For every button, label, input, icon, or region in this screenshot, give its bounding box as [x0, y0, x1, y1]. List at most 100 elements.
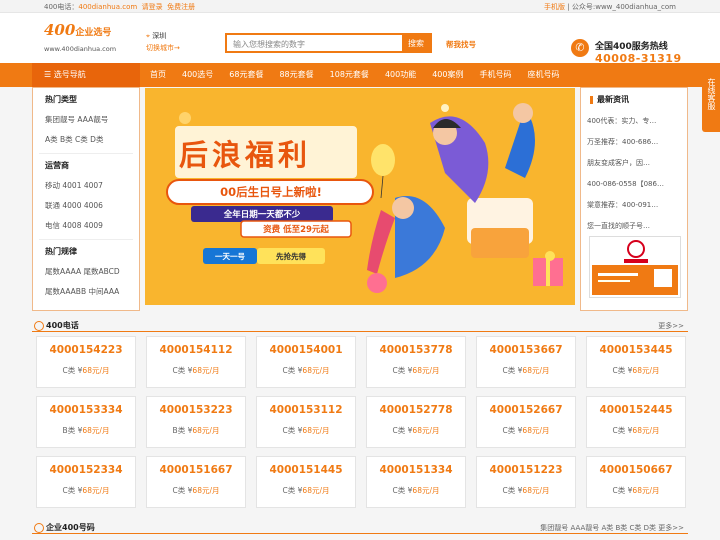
float-label: 在线客服: [707, 78, 716, 110]
top-right: 手机版 | 公众号:www_400dianhua_com: [544, 2, 676, 12]
number-class: C类: [612, 366, 626, 375]
search-button[interactable]: 搜索: [402, 35, 430, 52]
sidebar-heading: 运营商: [45, 161, 69, 170]
sidebar-link[interactable]: A类 B类 C类 D类: [45, 134, 139, 145]
register-link[interactable]: 免费注册: [167, 3, 195, 11]
number-value: 4000153223: [159, 404, 233, 416]
search-input[interactable]: 输入您想搜索的数字: [233, 39, 305, 50]
nav-item[interactable]: 68元套餐: [229, 63, 263, 87]
number-value: 4000154112: [159, 344, 233, 356]
number-class: C类: [282, 366, 296, 375]
number-card[interactable]: 4000153445 C类 ¥68元/月: [586, 336, 686, 388]
sidebar-link[interactable]: 移动 4001 4007: [45, 180, 139, 191]
news-item[interactable]: 400-086-0558【086…: [587, 179, 687, 189]
number-card[interactable]: 4000151445 C类 ¥68元/月: [256, 456, 356, 508]
number-card[interactable]: 4000152778 C类 ¥68元/月: [366, 396, 466, 448]
sidebar-link[interactable]: 电信 4008 4009: [45, 220, 139, 231]
sidebar-link[interactable]: 集团靓号 AAA靓号: [45, 114, 139, 125]
number-card[interactable]: 4000151667 C类 ¥68元/月: [146, 456, 246, 508]
divider: [39, 239, 133, 240]
promo-banner[interactable]: 后浪福利 00后生日号上新啦! 全年日期一天都不少 资费 低至29元起 一天一号…: [145, 88, 575, 305]
number-price: C类 ¥68元/月: [587, 365, 685, 376]
number-class: C类: [282, 486, 296, 495]
more-link[interactable]: 更多>>: [658, 321, 684, 331]
price-value: 68元/月: [192, 426, 220, 435]
nav-item[interactable]: 座机号码: [528, 63, 560, 87]
sidebar-link[interactable]: 尾数AAABB 中间AAA: [45, 286, 139, 297]
banner-title: 后浪福利: [179, 138, 312, 172]
sidebar-link[interactable]: 联通 4000 4006: [45, 200, 139, 211]
sidebar-link[interactable]: 尾数AAAA 尾数ABCD: [45, 266, 139, 277]
nav-item[interactable]: 108元套餐: [330, 63, 369, 87]
more-link[interactable]: 集团靓号 AAA靓号 A类 B类 C类 D类 更多>>: [540, 523, 684, 533]
price-value: 68元/月: [302, 366, 330, 375]
city-selector[interactable]: ⌖ 深圳 切换城市→: [146, 31, 180, 53]
number-value: 4000151223: [489, 464, 563, 476]
number-card[interactable]: 4000150667 C类 ¥68元/月: [586, 456, 686, 508]
online-service-button[interactable]: 在线客服: [702, 70, 720, 132]
switch-city-link[interactable]: 切换城市→: [146, 43, 180, 53]
banner-tag2: 先抢先得: [276, 252, 306, 261]
nav-item[interactable]: 手机号码: [480, 63, 512, 87]
section-title: 400电话: [32, 320, 79, 331]
number-card[interactable]: 4000154112 C类 ¥68元/月: [146, 336, 246, 388]
login-link[interactable]: 请登录: [142, 3, 163, 11]
unicom-ad[interactable]: [589, 236, 681, 298]
logo[interactable]: 400企业选号 www.400dianhua.com: [44, 21, 124, 57]
news-item[interactable]: 万圣推荐：400-686…: [587, 137, 687, 147]
mobile-link[interactable]: 手机版: [544, 3, 565, 11]
sidebar-heading: 热门规律: [45, 247, 77, 256]
number-class: C类: [502, 426, 516, 435]
number-class: C类: [62, 366, 76, 375]
number-card[interactable]: 4000153112 C类 ¥68元/月: [256, 396, 356, 448]
number-card[interactable]: 4000152445 C类 ¥68元/月: [586, 396, 686, 448]
nav-item[interactable]: 88元套餐: [279, 63, 313, 87]
help-find-link[interactable]: 帮我找号: [446, 39, 476, 50]
logo-400: 400: [44, 21, 76, 39]
location-icon: ⌖: [146, 32, 150, 40]
number-price: C类 ¥68元/月: [587, 485, 685, 496]
number-class: C类: [392, 426, 406, 435]
number-card[interactable]: 4000154001 C类 ¥68元/月: [256, 336, 356, 388]
number-price: C类 ¥68元/月: [477, 365, 575, 376]
site-link[interactable]: 400dianhua.com: [78, 3, 137, 11]
number-price: C类 ¥68元/月: [257, 425, 355, 436]
nav-menu-button[interactable]: ☰ 选号导航: [32, 63, 140, 87]
number-card[interactable]: 4000153223 B类 ¥68元/月: [146, 396, 246, 448]
number-card[interactable]: 4000154223 C类 ¥68元/月: [36, 336, 136, 388]
news-item[interactable]: 朋友变成客户，因…: [587, 158, 687, 168]
number-class: C类: [282, 426, 296, 435]
number-card[interactable]: 4000153334 B类 ¥68元/月: [36, 396, 136, 448]
wechat-text: | 公众号:www_400dianhua_com: [567, 3, 676, 11]
nav-item[interactable]: 400功能: [385, 63, 416, 87]
number-card[interactable]: 4000151334 C类 ¥68元/月: [366, 456, 466, 508]
number-card[interactable]: 4000152334 C类 ¥68元/月: [36, 456, 136, 508]
number-price: C类 ¥68元/月: [257, 365, 355, 376]
price-value: 68元/月: [82, 366, 110, 375]
nav-item[interactable]: 400选号: [182, 63, 213, 87]
news-item[interactable]: 400代表：实力、专…: [587, 116, 687, 126]
nav-item[interactable]: 400案例: [432, 63, 463, 87]
news-panel: 最新资讯 400代表：实力、专… 万圣推荐：400-686… 朋友变成客户，因……: [580, 87, 688, 311]
price-value: 68元/月: [412, 486, 440, 495]
number-card[interactable]: 4000151223 C类 ¥68元/月: [476, 456, 576, 508]
nav-item[interactable]: 首页: [150, 63, 166, 87]
number-price: C类 ¥68元/月: [257, 485, 355, 496]
number-card[interactable]: 4000153778 C类 ¥68元/月: [366, 336, 466, 388]
number-value: 4000151334: [379, 464, 453, 476]
number-price: C类 ¥68元/月: [367, 485, 465, 496]
number-value: 4000152778: [379, 404, 453, 416]
number-card[interactable]: 4000152667 C类 ¥68元/月: [476, 396, 576, 448]
number-class: C类: [392, 486, 406, 495]
banner-line2-a: 资费: [263, 225, 281, 235]
number-price: C类 ¥68元/月: [587, 425, 685, 436]
number-class: C类: [392, 366, 406, 375]
news-item[interactable]: 您一直找的顺子号…: [587, 221, 687, 231]
news-item[interactable]: 棠意推荐：400-091…: [587, 200, 687, 210]
banner-line2: 资费 低至29元起: [241, 223, 351, 235]
number-card[interactable]: 4000153667 C类 ¥68元/月: [476, 336, 576, 388]
banner-subtitle: 00后生日号上新啦!: [220, 185, 322, 199]
number-value: 4000154001: [269, 344, 343, 356]
number-class: B类: [172, 426, 186, 435]
price-value: 68元/月: [192, 486, 220, 495]
